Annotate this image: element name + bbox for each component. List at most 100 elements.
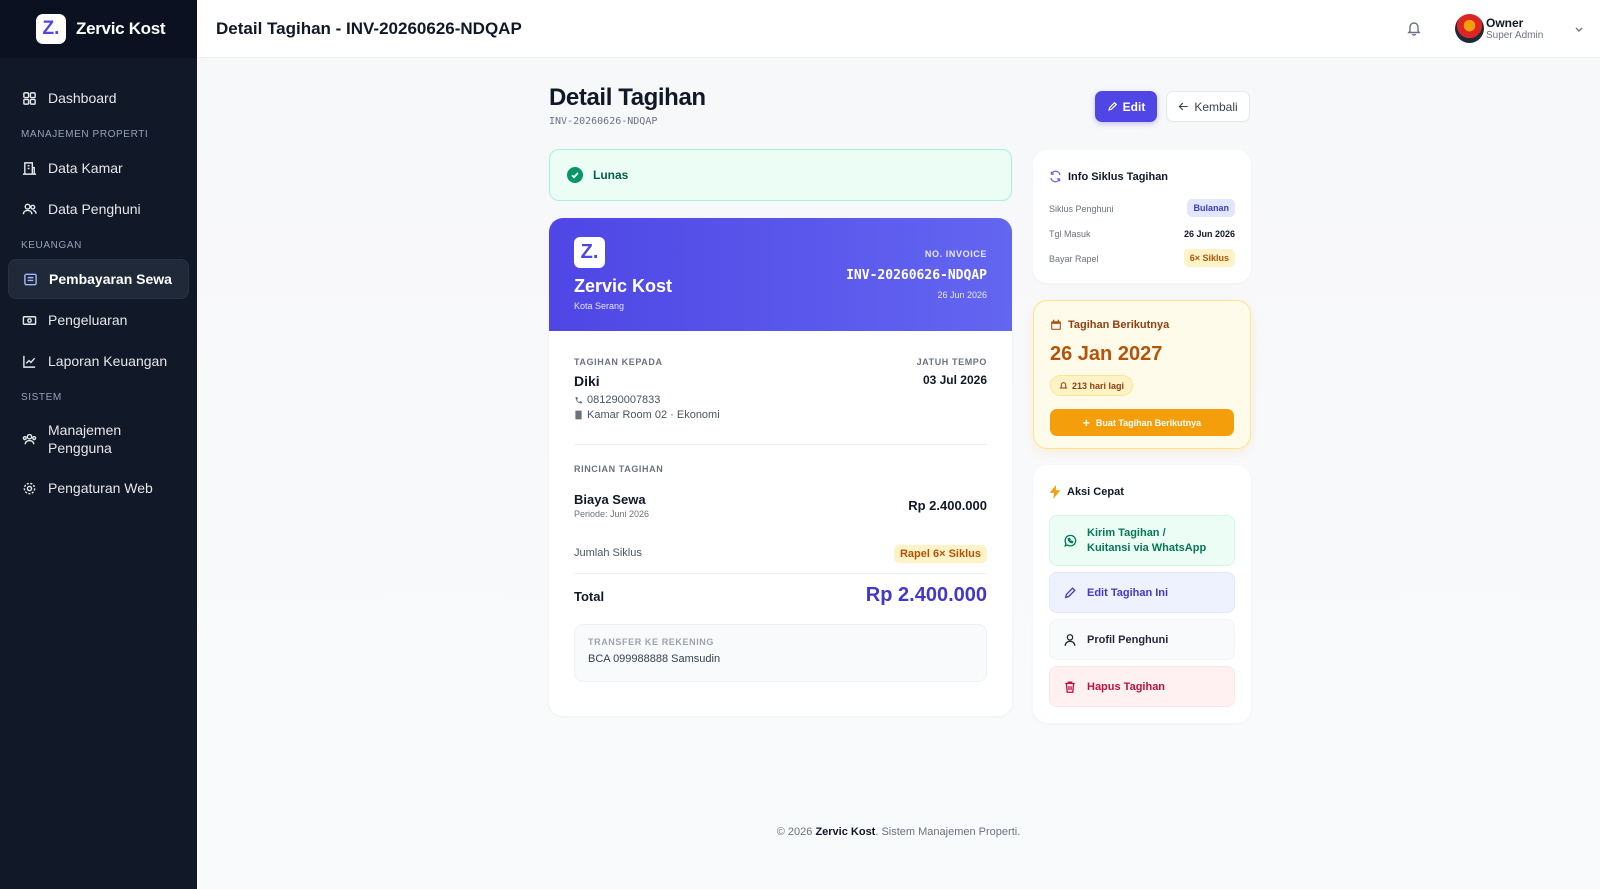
tenant-profile-action-button[interactable]: Profil Penghuni [1049, 619, 1235, 660]
sidebar-item-pengaturan-web[interactable]: Pengaturan Web [8, 468, 189, 508]
total-amount: Rp 2.400.000 [865, 584, 987, 606]
sidebar-item-label: Laporan Keuangan [48, 353, 168, 369]
nav-section-sistem: SISTEM [21, 392, 62, 403]
whatsapp-action-button[interactable]: Kirim Tagihan / Kuitansi via WhatsApp [1049, 515, 1235, 566]
grid-icon [21, 90, 37, 106]
trash-icon [1065, 681, 1075, 693]
sidebar-nav: Dashboard MANAJEMEN PROPERTI Data Kamar … [0, 58, 197, 508]
nav-section-keuangan: KEUANGAN [21, 240, 82, 251]
check-circle-icon [567, 167, 583, 183]
topbar: Detail Tagihan - INV-20260626-NDQAP [197, 0, 1600, 58]
arrow-left-icon [1178, 102, 1188, 111]
cycle-info-card: Info Siklus Tagihan Siklus Penghuni Bula… [1033, 150, 1251, 283]
bank-value: BCA 099988888 Samsudin [588, 653, 721, 665]
invoice-number: INV-20260626-NDQAP [846, 268, 987, 283]
footer-prefix: © 2026 [776, 826, 813, 838]
next-bill-title-row: Tagihan Berikutnya [1050, 319, 1169, 331]
gear-icon [21, 480, 37, 496]
edit-button[interactable]: Edit [1095, 91, 1157, 122]
tenant-phone: 081290007833 [587, 394, 661, 406]
brand-name: Zervic Kost [76, 19, 166, 38]
cycle-row-label: Bayar Rapel [1049, 254, 1099, 264]
bell-icon [1059, 382, 1068, 389]
main-content: Detail Tagihan INV-20260626-NDQAP Edit K… [197, 58, 1600, 889]
due-label: JATUH TEMPO [916, 357, 987, 367]
tenant-room: Kamar Room 02 · Ekonomi [587, 409, 720, 421]
plus-icon: + [1082, 415, 1090, 430]
header-title: Detail Tagihan - INV-20260626-NDQAP [216, 18, 522, 38]
sidebar: Z. Zervic Kost Dashboard MANAJEMEN PROPE… [0, 0, 197, 889]
sidebar-item-label: Pengaturan Web [48, 480, 153, 496]
phone-icon [575, 396, 583, 403]
footer-brand: Zervic Kost [815, 826, 876, 838]
invoice-card: Z. Zervic Kost Kota Serang NO. INVOICE I… [549, 218, 1012, 716]
tenant-room-row: Kamar Room 02 · Ekonomi [574, 409, 720, 421]
pencil-icon [1107, 101, 1117, 111]
delete-bill-action-button[interactable]: Hapus Tagihan [1049, 666, 1235, 707]
bank-label: TRANSFER KE REKENING [588, 637, 715, 647]
cycles-label: Jumlah Siklus [574, 547, 642, 559]
calendar-icon [1051, 319, 1061, 330]
quick-actions-title-row: Aksi Cepat [1049, 485, 1124, 499]
item-period: Periode: Juni 2026 [574, 509, 650, 519]
edit-bill-action-label: Edit Tagihan Ini [1087, 586, 1169, 599]
cycle-info-title: Info Siklus Tagihan [1068, 170, 1169, 183]
create-next-bill-button[interactable]: + Buat Tagihan Berikutnya [1050, 409, 1234, 436]
user-icon [1064, 633, 1076, 646]
detail-label: RINCIAN TAGIHAN [574, 464, 664, 474]
sidebar-item-pengeluaran[interactable]: Pengeluaran [8, 300, 189, 340]
tenant-name: Diki [574, 373, 600, 389]
edit-button-label: Edit [1122, 99, 1146, 114]
invoice-logo: Z. [574, 237, 605, 268]
sidebar-item-manajemen-pengguna[interactable]: Manajemen Pengguna [8, 411, 189, 467]
cycle-row-value: 26 Jun 2026 [1183, 229, 1235, 239]
cycle-info-title-row: Info Siklus Tagihan [1049, 170, 1168, 183]
create-next-bill-label: Buat Tagihan Berikutnya [1095, 417, 1202, 428]
quick-actions-card: Aksi Cepat Kirim Tagihan / Kuitansi via … [1033, 465, 1251, 723]
sidebar-item-label: Pengeluaran [48, 312, 128, 328]
whatsapp-icon [1064, 534, 1077, 547]
sidebar-item-pembayaran-sewa[interactable]: Pembayaran Sewa [8, 259, 189, 299]
bill-to-label: TAGIHAN KEPADA [574, 357, 663, 367]
sidebar-item-dashboard[interactable]: Dashboard [8, 78, 189, 118]
divider [574, 573, 987, 574]
avatar[interactable] [1455, 14, 1484, 43]
users-icon [21, 201, 37, 217]
cycle-row-value: 6× Siklus [1183, 249, 1235, 267]
sidebar-item-data-penghuni[interactable]: Data Penghuni [8, 189, 189, 229]
lightning-icon [1049, 485, 1061, 499]
tenant-phone-row: 081290007833 [574, 394, 660, 406]
brand-logo: Z. [36, 14, 66, 44]
edit-bill-action-button[interactable]: Edit Tagihan Ini [1049, 572, 1235, 613]
status-text: Lunas [593, 168, 629, 182]
item-amount: Rp 2.400.000 [908, 498, 987, 513]
building-icon [21, 160, 37, 176]
item-name: Biaya Sewa [574, 492, 646, 507]
invoice-header: Z. Zervic Kost Kota Serang NO. INVOICE I… [549, 218, 1012, 331]
bell-icon[interactable] [1406, 20, 1422, 36]
cycle-row-value: Bulanan [1187, 199, 1235, 217]
receipt-icon [22, 271, 38, 287]
sidebar-item-label: Manajemen Pengguna [48, 422, 122, 456]
chart-line-icon [21, 353, 37, 369]
divider [574, 444, 987, 445]
back-button-label: Kembali [1194, 99, 1238, 114]
nav-section-properti: MANAJEMEN PROPERTI [21, 129, 149, 140]
sidebar-item-laporan-keuangan[interactable]: Laporan Keuangan [8, 341, 189, 381]
pencil-icon [1064, 586, 1076, 598]
brand[interactable]: Z. Zervic Kost [0, 0, 197, 58]
next-bill-date: 26 Jan 2027 [1050, 343, 1163, 365]
page-title: Detail Tagihan [549, 84, 706, 111]
invoice-no-label: NO. INVOICE [924, 249, 987, 259]
invoice-brand: Zervic Kost [574, 276, 673, 296]
days-left-text: 213 hari lagi [1072, 380, 1125, 391]
sidebar-item-label: Pembayaran Sewa [49, 271, 172, 287]
footer-suffix: . Sistem Manajemen Properti. [875, 826, 1021, 838]
user-name[interactable]: Owner [1486, 16, 1536, 30]
back-button[interactable]: Kembali [1166, 91, 1250, 122]
chevron-down-icon[interactable] [1574, 24, 1584, 34]
tenant-profile-action-label: Profil Penghuni [1087, 633, 1169, 646]
whatsapp-action-label: Kirim Tagihan / Kuitansi via WhatsApp [1087, 526, 1207, 554]
next-bill-title: Tagihan Berikutnya [1068, 319, 1170, 331]
sidebar-item-data-kamar[interactable]: Data Kamar [8, 148, 189, 188]
